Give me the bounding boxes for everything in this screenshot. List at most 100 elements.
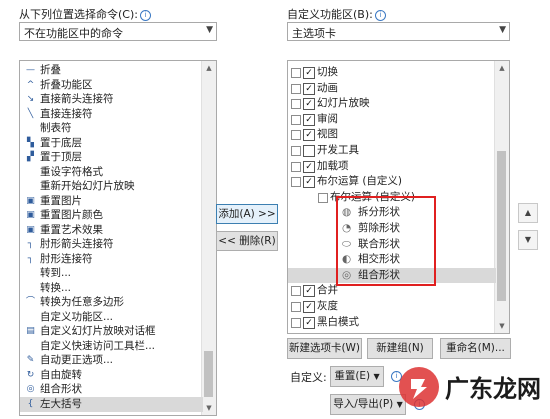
info-icon: i <box>374 10 386 21</box>
tree-item[interactable]: ✓ 布尔运算 (自定义) <box>288 174 496 189</box>
tree-item-checkbox[interactable] <box>303 145 315 157</box>
expand-icon[interactable] <box>291 83 301 94</box>
expand-icon[interactable] <box>291 286 301 297</box>
chevron-down-icon: ▼ <box>206 25 213 35</box>
left-list-item[interactable]: 制表符 <box>20 121 203 136</box>
chevron-down-icon: ▼ <box>499 25 506 35</box>
tree-item-label: 合并 <box>317 284 338 297</box>
scroll-up-icon[interactable]: ▲ <box>202 61 216 75</box>
left-list-item[interactable]: ▤ 自定义幻灯片放映对话框 <box>20 324 203 339</box>
left-list-item[interactable]: {左大括号 <box>20 396 203 412</box>
tree-item[interactable]: ✓ 灰度 <box>288 299 496 314</box>
expand-icon[interactable] <box>291 317 301 328</box>
left-list-item[interactable]: ↻ 自由旋转 <box>20 368 203 383</box>
left-list-item[interactable]: ◎ 组合形状 <box>20 382 203 397</box>
tree-item[interactable]: 开发工具 <box>288 143 496 158</box>
reset-button[interactable]: 重置(E) ▼ <box>330 366 384 387</box>
expand-icon[interactable] <box>291 68 301 78</box>
tree-item[interactable]: ✓ 视图 <box>288 127 496 142</box>
new-tab-button[interactable]: 新建选项卡(W) <box>287 338 362 359</box>
right-tree-scrollbar[interactable]: ▲ ▼ <box>494 61 509 333</box>
tree-item-label: 幻灯片放映 <box>317 97 370 110</box>
left-scroll-thumb[interactable] <box>204 351 213 397</box>
tree-item-label: 黑白模式 <box>317 315 359 328</box>
tree-item[interactable]: ✓ 审阅 <box>288 112 496 127</box>
expand-icon[interactable] <box>291 146 301 156</box>
add-button[interactable]: 添加(A) >> <box>216 204 278 224</box>
collapse-icon[interactable] <box>318 192 328 203</box>
tree-item[interactable]: ✓ 动画 <box>288 81 496 96</box>
tree-item-label: 切换 <box>317 66 338 78</box>
left-list-item-label: 肘形箭头连接符 <box>40 238 114 250</box>
left-commands-list[interactable]: ▲ ▼ — 折叠 ^ 折叠功能区 ↘ 直接箭头连接符 ╲ 直接连接符 制表符 ▚ 置于底层 ▞ 置于顶层… <box>19 60 217 416</box>
line-connector-icon: ╲ <box>27 108 34 119</box>
scroll-down-icon[interactable]: ▼ <box>495 319 509 333</box>
tree-item-checkbox[interactable]: ✓ <box>303 113 315 126</box>
tree-item-checkbox[interactable]: ✓ <box>303 316 315 329</box>
expand-icon[interactable] <box>291 302 301 312</box>
tree-item-checkbox[interactable]: ✓ <box>303 160 315 173</box>
left-list-item[interactable]: ▣ 重置图片 <box>20 194 203 209</box>
left-list-item-label: 自动更正选项... <box>40 354 114 366</box>
tree-item-label: 视图 <box>317 128 338 141</box>
expand-icon[interactable] <box>291 130 301 141</box>
left-list-scrollbar[interactable]: ▲ ▼ <box>201 61 216 415</box>
scroll-up-icon[interactable]: ▲ <box>495 61 509 75</box>
left-commands-dropdown[interactable]: 不在功能区中的命令 ▼ <box>19 22 217 41</box>
import-export-button[interactable]: 导入/导出(P) ▼ <box>330 394 406 415</box>
left-list-item[interactable]: ▣ 重置艺术效果 <box>20 223 203 238</box>
left-list-item[interactable]: 自定义功能区... <box>20 310 203 325</box>
left-list-item[interactable]: 转到... <box>20 266 203 281</box>
left-brace-icon: { <box>27 398 34 409</box>
tree-item-checkbox[interactable]: ✓ <box>303 129 315 142</box>
left-list-item[interactable]: ⌒ 转换为任意多边形 <box>20 295 203 310</box>
tree-item-checkbox[interactable]: ✓ <box>303 82 315 95</box>
tree-item-checkbox[interactable]: ✓ <box>303 301 315 313</box>
left-list-item[interactable]: ▞ 置于顶层 <box>20 150 203 165</box>
tree-item[interactable]: ✓ 幻灯片放映 <box>288 96 496 111</box>
left-list-item-label: 肘形连接符 <box>40 252 93 265</box>
left-list-item-label: 重新开始幻灯片放映 <box>40 180 135 192</box>
right-ribbon-dropdown[interactable]: 主选项卡 ▼ <box>287 22 510 41</box>
tree-item-label: 动画 <box>317 81 338 94</box>
left-list-item[interactable]: ^ 折叠功能区 <box>20 78 203 93</box>
autocorrect-icon: ✎ <box>26 355 35 365</box>
left-list-item-label: 直接箭头连接符 <box>40 93 114 105</box>
left-list-item[interactable]: ✎ 自动更正选项... <box>20 353 203 368</box>
left-list-item[interactable]: ↘ 直接箭头连接符 <box>20 92 203 107</box>
tree-item[interactable]: ✓ 切换 <box>288 65 496 80</box>
left-list-item[interactable]: 转换... <box>20 281 203 296</box>
move-down-button[interactable]: ▼ <box>518 230 538 250</box>
left-list-item-label: 重设字符格式 <box>40 165 103 178</box>
tree-item[interactable]: ✓ 黑白模式 <box>288 315 496 330</box>
expand-icon[interactable] <box>291 99 301 110</box>
tree-item[interactable]: ✓ 加载项 <box>288 159 496 174</box>
move-up-button[interactable]: ▲ <box>518 203 538 223</box>
right-scroll-thumb[interactable] <box>497 151 506 301</box>
collapse-icon[interactable] <box>291 177 301 188</box>
tree-item-checkbox[interactable]: ✓ <box>303 98 315 111</box>
elbow-connector-icon: ┐ <box>27 253 34 264</box>
left-list-item[interactable]: ┐ 肘形连接符 <box>20 252 203 267</box>
left-list-item[interactable]: 重设字符格式 <box>20 165 203 180</box>
tree-item-checkbox[interactable]: ✓ <box>303 67 315 79</box>
left-list-item-label: 重置图片颜色 <box>40 209 103 221</box>
remove-button[interactable]: << 删除(R) <box>216 231 278 251</box>
left-list-item[interactable]: 自定义快速访问工具栏... <box>20 339 203 354</box>
left-list-item-label: 置于顶层 <box>40 151 82 163</box>
left-list-item[interactable]: ▚ 置于底层 <box>20 136 203 151</box>
left-dropdown-value: 不在功能区中的命令 <box>24 27 123 40</box>
left-list-item[interactable]: ┐ 肘形箭头连接符 <box>20 237 203 252</box>
reset-picture-icon: ▣ <box>26 195 35 206</box>
expand-icon[interactable] <box>291 114 301 125</box>
tree-item-checkbox[interactable]: ✓ <box>303 285 315 298</box>
left-list-item[interactable]: — 折叠 <box>20 63 203 78</box>
expand-icon[interactable] <box>291 161 301 172</box>
left-list-item[interactable]: ╲ 直接连接符 <box>20 107 203 122</box>
combine-shapes-icon: ◎ <box>26 384 35 394</box>
reset-color-icon: ▣ <box>26 210 35 220</box>
scroll-down-icon[interactable]: ▼ <box>202 401 216 415</box>
left-list-item[interactable]: ▣ 重置图片颜色 <box>20 208 203 223</box>
left-list-item[interactable]: 重新开始幻灯片放映 <box>20 179 203 194</box>
tree-item-checkbox[interactable]: ✓ <box>303 176 315 189</box>
